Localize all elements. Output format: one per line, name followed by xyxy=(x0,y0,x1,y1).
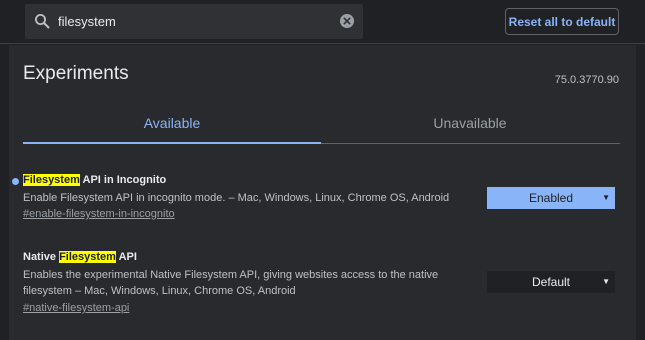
chevron-down-icon: ▼ xyxy=(602,193,610,202)
search-highlight: Filesystem xyxy=(59,251,116,263)
modified-indicator-dot xyxy=(12,178,19,185)
experiment-permalink[interactable]: #enable-filesystem-in-incognito xyxy=(23,208,175,220)
version-label: 75.0.3770.90 xyxy=(554,74,619,86)
reset-all-button[interactable]: Reset all to default xyxy=(505,8,619,35)
experiment-description: Enable Filesystem API in incognito mode.… xyxy=(23,192,450,204)
flags-page: Reset all to default Experiments 75.0.37… xyxy=(0,0,645,340)
active-tab-indicator xyxy=(23,142,321,144)
clear-search-icon[interactable] xyxy=(340,14,354,28)
search-box[interactable] xyxy=(25,4,363,39)
tab-available[interactable]: Available xyxy=(23,107,321,143)
tab-bar: Available Unavailable xyxy=(23,107,620,144)
tab-unavailable[interactable]: Unavailable xyxy=(321,107,619,143)
experiment-description: Enables the experimental Native Filesyst… xyxy=(23,269,439,297)
select-value: Enabled xyxy=(528,191,574,205)
experiment-state-select[interactable]: Default ▼ xyxy=(487,271,615,293)
search-input[interactable] xyxy=(58,11,328,31)
select-value: Default xyxy=(531,275,571,289)
search-highlight: Filesystem xyxy=(23,174,80,186)
page-title: Experiments xyxy=(23,63,129,84)
experiment-title: Filesystem API in Incognito xyxy=(23,174,167,186)
experiment-state-select[interactable]: Enabled ▼ xyxy=(487,187,615,209)
experiments-panel: Experiments 75.0.3770.90 Available Unava… xyxy=(9,45,636,340)
chevron-down-icon: ▼ xyxy=(602,277,610,286)
search-icon xyxy=(34,13,50,29)
experiment-permalink[interactable]: #native-filesystem-api xyxy=(23,302,129,314)
header-bar: Reset all to default xyxy=(0,0,645,44)
experiment-title: Native Filesystem API xyxy=(23,251,137,263)
